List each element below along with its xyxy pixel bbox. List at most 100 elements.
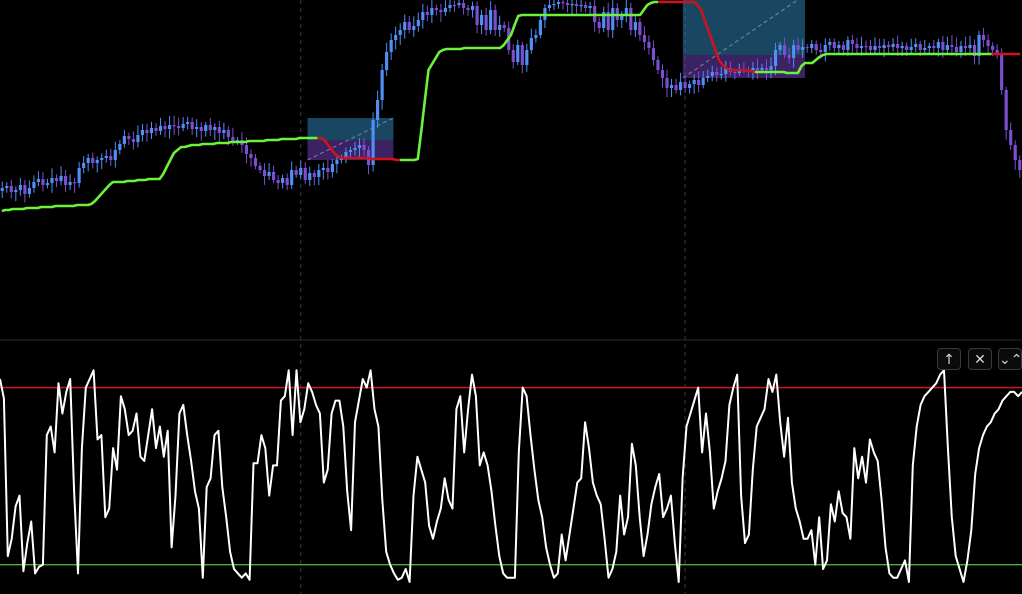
candle-body	[461, 3, 466, 8]
candle-body	[480, 15, 484, 25]
candle-body	[199, 127, 203, 131]
candle-body	[769, 66, 773, 70]
candle-body	[86, 158, 90, 163]
candle-body	[32, 182, 36, 188]
candle-body	[909, 47, 913, 50]
candle-body	[95, 160, 99, 163]
candle-body	[403, 22, 407, 30]
candle-body	[923, 48, 927, 50]
price-chart[interactable]	[0, 0, 1022, 594]
candle-body	[389, 40, 393, 52]
move-up-icon[interactable]: ↑	[937, 348, 961, 370]
candle-body	[294, 170, 298, 175]
candle-body	[100, 158, 104, 160]
candle-body	[493, 10, 497, 30]
candle-body	[914, 44, 918, 47]
candle-body	[520, 45, 524, 65]
candle-body	[873, 46, 877, 50]
candle-body	[597, 22, 601, 28]
candle-body	[253, 158, 258, 166]
candle-body	[584, 5, 588, 8]
candle-body	[891, 44, 895, 47]
candle-body	[538, 20, 542, 35]
candle-body	[484, 15, 488, 30]
candle-body	[213, 127, 217, 130]
candle-body	[665, 78, 669, 88]
candle-body	[561, 2, 565, 4]
candle-body	[425, 12, 429, 15]
candle-body	[195, 127, 199, 129]
candle-body	[896, 44, 900, 48]
candle-body	[796, 45, 800, 50]
candle-body	[118, 144, 122, 150]
candle-body	[36, 179, 41, 182]
candle-body	[733, 72, 737, 74]
candle-body	[991, 46, 995, 50]
candle-body	[918, 44, 922, 50]
candle-body	[122, 136, 126, 144]
candle-body	[385, 52, 389, 70]
candle-body	[421, 12, 425, 20]
candle-body	[149, 128, 154, 133]
candle-body	[502, 25, 506, 28]
candle-body	[792, 45, 796, 58]
candle-body	[0, 188, 4, 191]
candle-body	[683, 82, 687, 88]
candle-body	[656, 60, 660, 70]
oscillator-line	[0, 369, 1022, 583]
candle-body	[498, 25, 502, 30]
candle-body	[1013, 145, 1017, 160]
candle-body	[45, 183, 50, 185]
candle-body	[281, 178, 285, 183]
candle-body	[837, 45, 841, 48]
candle-body	[154, 128, 158, 131]
candle-body	[217, 127, 221, 133]
candle-body	[226, 130, 230, 137]
candle-body	[778, 45, 782, 50]
candle-body	[556, 2, 561, 4]
candle-body	[104, 156, 108, 158]
candle-body	[285, 178, 289, 185]
candle-body	[443, 8, 448, 12]
candle-body	[855, 44, 859, 48]
candle-body	[27, 188, 31, 194]
candle-body	[850, 40, 855, 44]
candle-body	[660, 70, 665, 78]
candle-body	[968, 45, 972, 48]
candle-body	[832, 42, 836, 48]
candle-body	[357, 145, 362, 148]
candle-body	[950, 45, 954, 47]
candle-body	[783, 45, 787, 55]
candle-body	[208, 125, 212, 130]
candle-body	[887, 45, 891, 47]
candle-body	[231, 137, 235, 141]
candle-body	[534, 35, 538, 38]
candle-body	[525, 50, 529, 65]
candle-body	[109, 156, 113, 160]
candle-body	[5, 186, 9, 188]
candle-body	[181, 124, 185, 128]
candle-body	[905, 46, 909, 50]
candle-body	[50, 178, 54, 183]
candle-body	[516, 45, 520, 62]
candle-body	[407, 22, 411, 30]
candle-body	[362, 145, 366, 150]
candle-body	[633, 22, 637, 30]
candle-body	[588, 6, 592, 8]
candle-body	[163, 126, 167, 129]
candle-body	[353, 148, 357, 150]
candle-body	[312, 173, 316, 177]
candle-body	[177, 126, 181, 128]
trailing-stop-up	[399, 0, 658, 162]
close-icon[interactable]: ✕	[968, 348, 992, 370]
candle-body	[299, 168, 303, 175]
candle-body	[466, 8, 470, 10]
collapse-icon[interactable]: ⌄⌃	[998, 348, 1022, 370]
candle-body	[841, 45, 845, 50]
candle-body	[290, 170, 294, 185]
candle-body	[828, 42, 832, 45]
candle-body	[864, 46, 868, 48]
candle-body	[23, 185, 27, 194]
candle-body	[638, 22, 642, 35]
candle-body	[647, 42, 651, 48]
